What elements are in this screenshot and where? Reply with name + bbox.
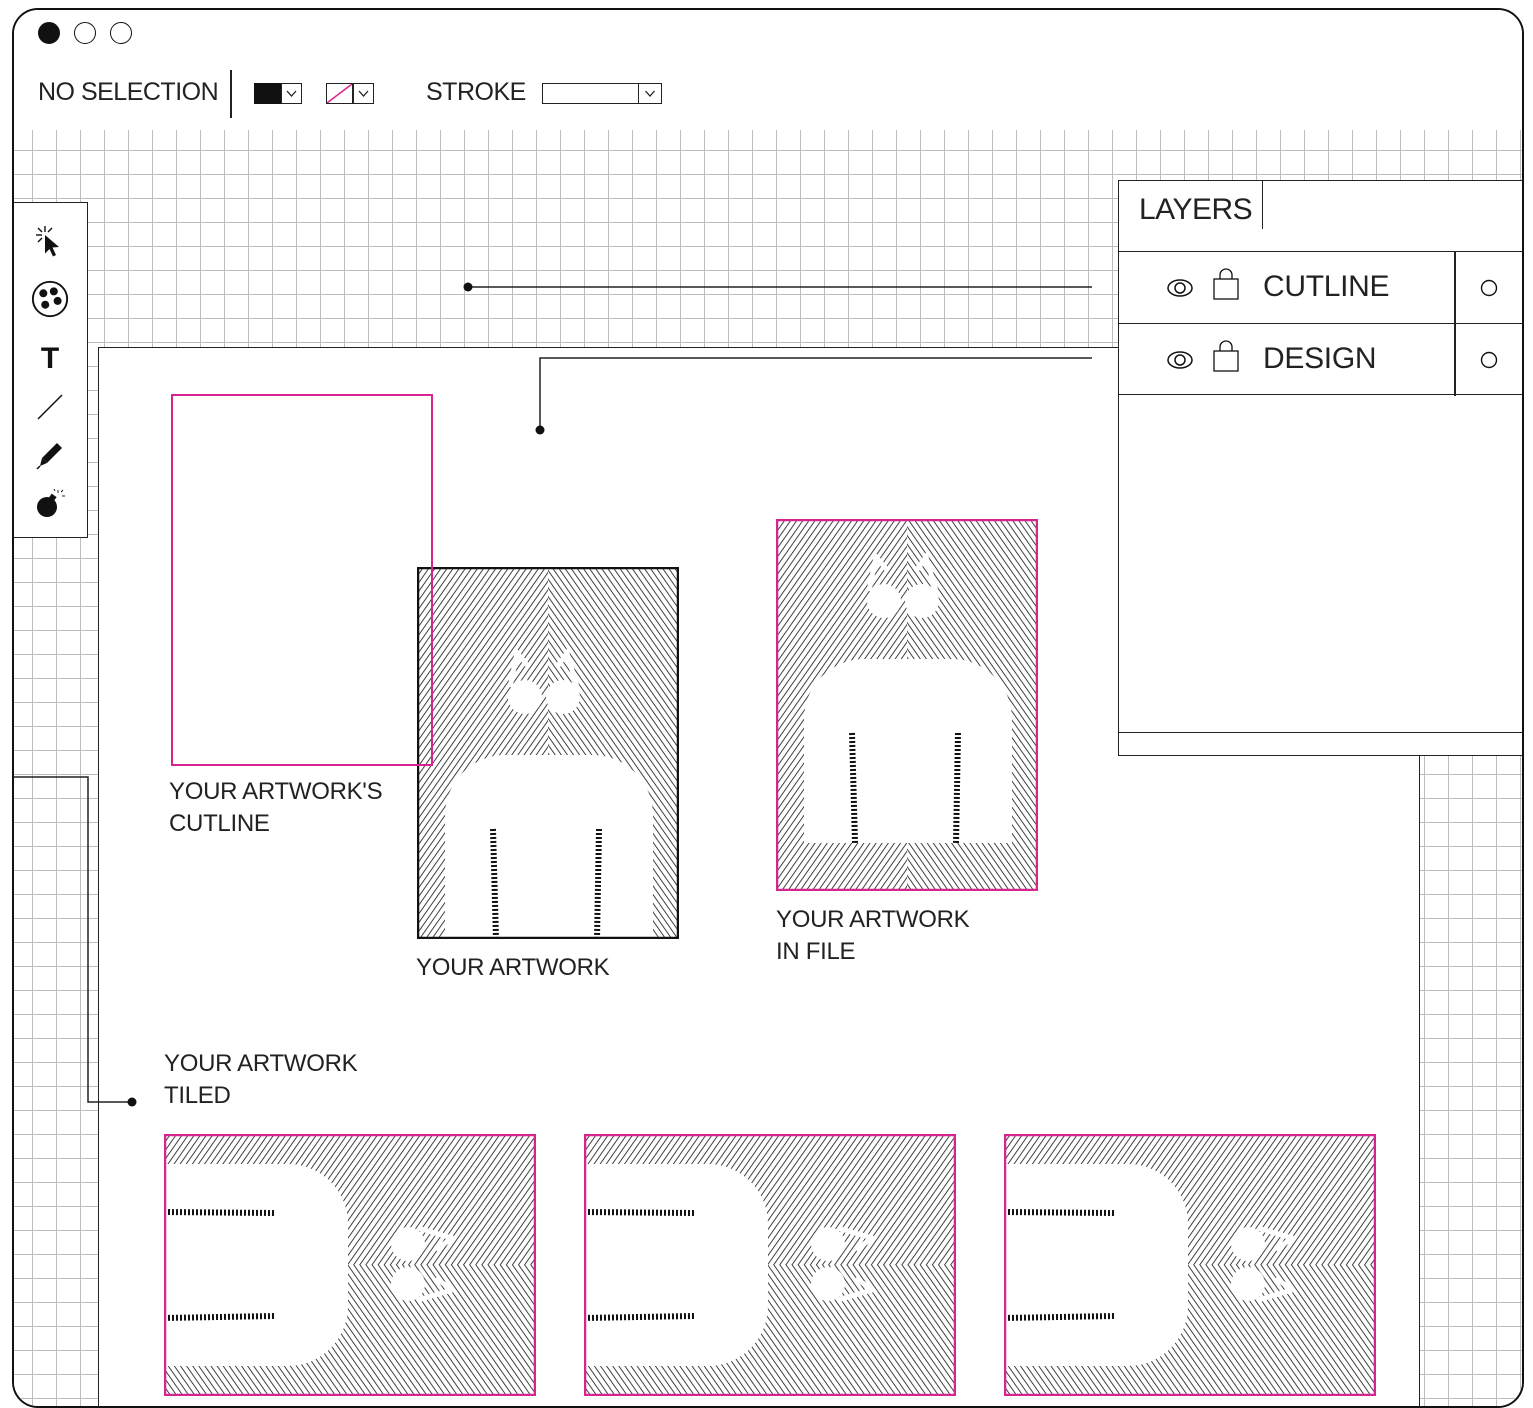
chevron-down-icon bbox=[638, 83, 662, 104]
artwork-illustration bbox=[417, 567, 679, 939]
close-window-button[interactable] bbox=[38, 22, 60, 44]
chevron-down-icon bbox=[353, 83, 374, 104]
artwork-in-file-preview[interactable] bbox=[776, 519, 1038, 891]
layer-name: DESIGN bbox=[1263, 342, 1377, 375]
chevron-down-icon bbox=[281, 83, 302, 104]
tools-palette: T bbox=[14, 202, 88, 538]
visibility-eye-icon[interactable] bbox=[1165, 350, 1195, 370]
selection-status: NO SELECTION bbox=[38, 78, 219, 106]
toolbar-divider bbox=[230, 70, 232, 118]
layer-target-circle-icon[interactable] bbox=[1479, 350, 1499, 370]
tiled-artwork-3[interactable] bbox=[1004, 1134, 1376, 1396]
tiled-caption: YOUR ARTWORK TILED bbox=[164, 1050, 358, 1109]
layers-panel: LAYERS CUTLINE DESIGN bbox=[1118, 180, 1522, 756]
tiled-artwork-1[interactable] bbox=[164, 1134, 536, 1396]
stroke-width-dropdown[interactable] bbox=[542, 83, 664, 104]
layers-tab[interactable]: LAYERS bbox=[1119, 181, 1263, 229]
maximize-window-button[interactable] bbox=[110, 22, 132, 44]
line-tool-icon[interactable] bbox=[30, 387, 70, 427]
minimize-window-button[interactable] bbox=[74, 22, 96, 44]
layer-row-cutline[interactable]: CUTLINE bbox=[1119, 251, 1522, 324]
fill-swatch bbox=[254, 83, 281, 104]
layers-title: LAYERS bbox=[1139, 193, 1253, 226]
text-tool-icon[interactable]: T bbox=[30, 339, 70, 379]
no-color-swatch-icon bbox=[326, 83, 353, 104]
cutline-caption: YOUR ARTWORK'S CUTLINE bbox=[169, 778, 383, 837]
layer-row-divider bbox=[1454, 252, 1456, 324]
artwork-preview[interactable] bbox=[417, 567, 679, 939]
title-bar bbox=[14, 10, 1522, 59]
tiled-artwork-2[interactable] bbox=[584, 1134, 956, 1396]
bomb-icon[interactable] bbox=[30, 483, 70, 523]
layer-name: CUTLINE bbox=[1263, 270, 1390, 303]
artwork-in-file-illustration bbox=[776, 519, 1038, 891]
text-tool-glyph: T bbox=[40, 342, 60, 375]
stroke-label: STROKE bbox=[426, 78, 526, 106]
canvas-area[interactable]: YOUR ARTWORK'S CUTLINE YOUR ARTWORK YOUR… bbox=[14, 130, 1522, 1406]
toolbar: NO SELECTION STROKE bbox=[14, 58, 1522, 131]
layer-target-circle-icon[interactable] bbox=[1479, 278, 1499, 298]
fill-color-picker[interactable] bbox=[254, 83, 304, 104]
color-palette-icon[interactable] bbox=[30, 279, 70, 319]
layer-row-divider bbox=[1454, 324, 1456, 396]
select-tool-icon[interactable] bbox=[30, 223, 70, 263]
layer-row-design[interactable]: DESIGN bbox=[1119, 323, 1522, 396]
lock-icon[interactable] bbox=[1211, 266, 1241, 302]
stroke-width-field bbox=[542, 83, 640, 104]
lock-icon[interactable] bbox=[1211, 338, 1241, 374]
app-window: NO SELECTION STROKE YOUR ARTWORK'S CUTLI… bbox=[12, 8, 1524, 1408]
artwork-caption: YOUR ARTWORK bbox=[416, 954, 610, 981]
stroke-color-picker[interactable] bbox=[326, 83, 376, 104]
pen-tool-icon[interactable] bbox=[30, 435, 70, 475]
artwork-in-file-caption: YOUR ARTWORK IN FILE bbox=[776, 906, 970, 965]
layers-panel-footer bbox=[1119, 732, 1522, 733]
cutline-outline[interactable] bbox=[171, 394, 433, 766]
visibility-eye-icon[interactable] bbox=[1165, 278, 1195, 298]
